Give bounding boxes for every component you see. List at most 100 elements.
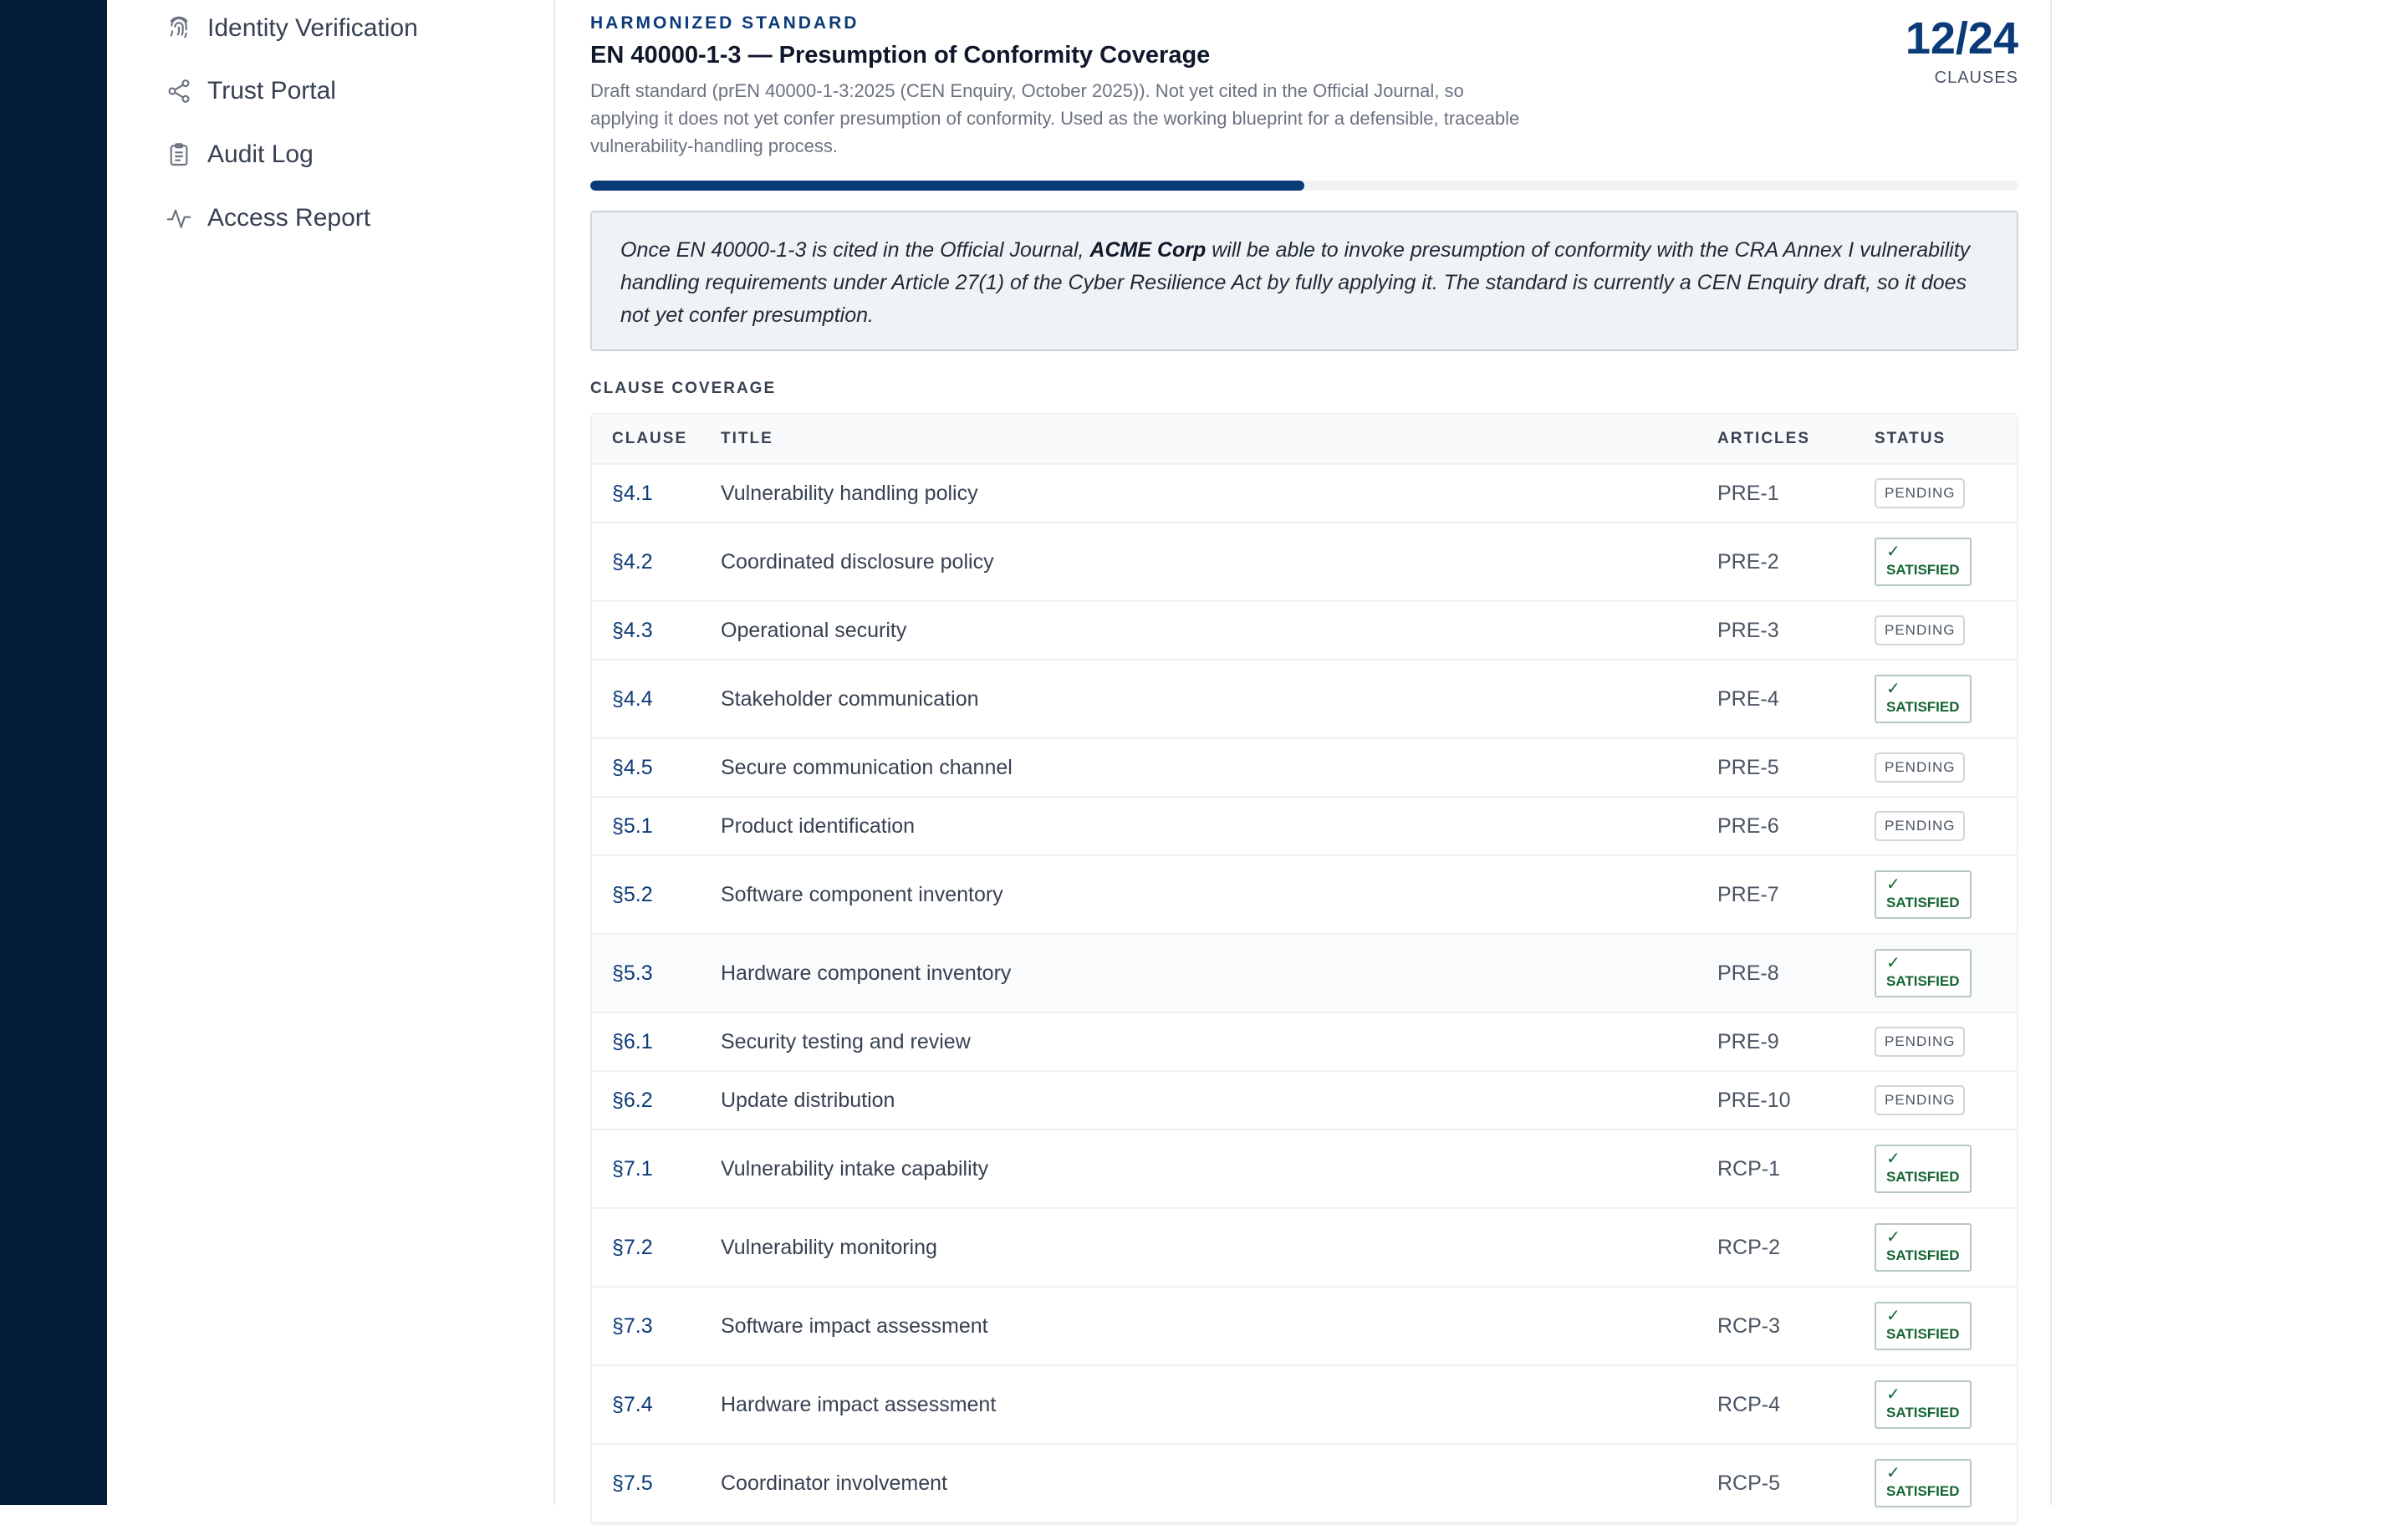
page-description: Draft standard (prEN 40000-1-3:2025 (CEN… — [590, 80, 1520, 156]
articles-cell: RCP-1 — [1717, 1156, 1781, 1181]
sidebar-item-label: Access Report — [207, 204, 371, 232]
clause-link[interactable]: §7.3 — [612, 1314, 653, 1338]
clause-cell: §6.2 — [592, 1089, 699, 1113]
clause-link[interactable]: §6.1 — [612, 1030, 653, 1053]
table-row[interactable]: §4.3 Operational security PRE-3 PENDING — [592, 602, 2017, 660]
clause-cell: §4.5 — [592, 756, 699, 780]
status-badge-satisfied: ✓ SATISFIED — [1875, 675, 1972, 723]
status-cell: ✓ SATISFIED — [1873, 870, 2017, 919]
table-header: CLAUSE TITLE ARTICLES STATUS — [592, 415, 2017, 465]
clause-link[interactable]: §4.3 — [612, 619, 653, 642]
articles-cell: RCP-4 — [1717, 1392, 1781, 1416]
main-panel: HARMONIZED STANDARD EN 40000-1-3 — Presu… — [555, 0, 2052, 1525]
sidebar-item-access-report[interactable]: Access Report — [166, 191, 370, 245]
column-header-clause: CLAUSE — [612, 430, 688, 447]
status-cell: PENDING — [1873, 752, 2017, 783]
table-row[interactable]: §7.1 Vulnerability intake capability RCP-1… — [592, 1130, 2017, 1209]
title-cell: Operational security — [721, 618, 907, 642]
status-text: SATISFIED — [1886, 895, 1960, 910]
coverage-progress-fill — [590, 181, 1304, 191]
status-badge-satisfied: ✓ SATISFIED — [1875, 538, 1972, 586]
status-badge-pending: PENDING — [1875, 811, 1966, 841]
app-rail — [0, 0, 107, 1505]
articles-cell: PRE-4 — [1717, 686, 1779, 711]
page-title: EN 40000-1-3 — Presumption of Conformity… — [590, 42, 1211, 69]
clause-link[interactable]: §5.2 — [612, 883, 653, 906]
status-badge-satisfied: ✓ SATISFIED — [1875, 1380, 1972, 1429]
checkmark-icon: ✓ — [1886, 1464, 1900, 1482]
fingerprint-icon — [170, 16, 188, 38]
activity-icon — [166, 209, 191, 228]
clause-count-label: CLAUSES — [1934, 69, 2018, 87]
clause-link[interactable]: §4.4 — [612, 687, 653, 711]
status-text: SATISFIED — [1886, 973, 1960, 989]
table-row[interactable]: §5.2 Software component inventory PRE-7 ✓ SA… — [592, 856, 2017, 935]
sidebar-item-audit-log[interactable]: Audit Log — [166, 128, 314, 181]
articles-cell: PRE-9 — [1717, 1029, 1779, 1053]
eyebrow-label: HARMONIZED STANDARD — [590, 13, 860, 33]
articles-cell: PRE-7 — [1717, 882, 1779, 906]
coverage-progress-bar — [590, 181, 2018, 191]
clause-link[interactable]: §7.5 — [612, 1471, 653, 1495]
checkmark-icon: ✓ — [1886, 1150, 1900, 1168]
sidebar: Identity Verification Trust Portal Audit… — [107, 0, 555, 1505]
articles-cell: PRE-10 — [1717, 1088, 1791, 1112]
clause-link[interactable]: §5.3 — [612, 961, 653, 985]
clause-cell: §4.1 — [592, 482, 699, 506]
status-cell: PENDING — [1873, 615, 2017, 645]
status-cell: ✓ SATISFIED — [1873, 1380, 2017, 1429]
table-row[interactable]: §7.4 Hardware impact assessment RCP-4 ✓ SATI… — [592, 1366, 2017, 1445]
title-cell: Vulnerability handling policy — [721, 481, 978, 505]
table-row[interactable]: §7.5 Coordinator involvement RCP-5 ✓ SATISFI… — [592, 1445, 2017, 1523]
clause-cell: §7.5 — [592, 1471, 699, 1496]
sidebar-item-trust-portal[interactable]: Trust Portal — [166, 64, 336, 118]
title-cell: Hardware impact assessment — [721, 1392, 997, 1416]
title-cell: Product identification — [721, 814, 916, 838]
sidebar-item-identity-verification[interactable]: Identity Verification — [166, 2, 418, 55]
clause-link[interactable]: §7.4 — [612, 1393, 653, 1416]
table-row[interactable]: §4.2 Coordinated disclosure policy PRE-2 ✓ S… — [592, 523, 2017, 602]
articles-cell: PRE-2 — [1717, 549, 1779, 574]
share-nodes-icon — [168, 79, 190, 103]
clause-link[interactable]: §6.2 — [612, 1089, 653, 1112]
clause-link[interactable]: §5.1 — [612, 814, 653, 838]
status-cell: PENDING — [1873, 1027, 2017, 1057]
title-cell: Update distribution — [721, 1088, 895, 1112]
table-row[interactable]: §4.4 Stakeholder communication PRE-4 ✓ SATIS… — [592, 660, 2017, 739]
clause-link[interactable]: §4.2 — [612, 550, 653, 574]
clipboard-icon — [170, 143, 188, 166]
table-row[interactable]: §6.1 Security testing and review PRE-9 PEND… — [592, 1013, 2017, 1072]
articles-cell: PRE-5 — [1717, 755, 1779, 779]
column-header-title: TITLE — [721, 430, 773, 447]
status-badge-satisfied: ✓ SATISFIED — [1875, 949, 1972, 997]
table-row[interactable]: §4.1 Vulnerability handling policy PRE-1 PE… — [592, 465, 2017, 523]
table-row[interactable]: §5.3 Hardware component inventory PRE-8 ✓ SA… — [592, 935, 2017, 1013]
table-row[interactable]: §6.2 Update distribution PRE-10 PENDING — [592, 1072, 2017, 1130]
clause-cell: §5.1 — [592, 814, 699, 839]
clause-link[interactable]: §4.1 — [612, 482, 653, 505]
clause-link[interactable]: §7.2 — [612, 1236, 653, 1259]
status-text: SATISFIED — [1886, 1405, 1960, 1420]
presumption-callout: Once EN 40000-1-3 is cited in the Offici… — [590, 211, 2018, 351]
table-body: §4.1 Vulnerability handling policy PRE-1 PE… — [592, 465, 2017, 1523]
status-text: SATISFIED — [1886, 1326, 1960, 1342]
status-badge-satisfied: ✓ SATISFIED — [1875, 1145, 1972, 1193]
clause-cell: §7.4 — [592, 1393, 699, 1417]
clause-cell: §5.3 — [592, 961, 699, 986]
table-row[interactable]: §7.2 Vulnerability monitoring RCP-2 ✓ SATISF… — [592, 1209, 2017, 1288]
status-badge-satisfied: ✓ SATISFIED — [1875, 1302, 1972, 1350]
clause-cell: §4.4 — [592, 687, 699, 711]
status-badge-pending: PENDING — [1875, 752, 1966, 783]
table-row[interactable]: §4.5 Secure communication channel PRE-5 PEN… — [592, 739, 2017, 798]
status-badge-pending: PENDING — [1875, 615, 1966, 645]
title-cell: Coordinated disclosure policy — [721, 549, 994, 574]
table-row[interactable]: §7.3 Software impact assessment RCP-3 ✓ SATI… — [592, 1288, 2017, 1366]
status-cell: ✓ SATISFIED — [1873, 1145, 2017, 1193]
column-header-articles: ARTICLES — [1717, 430, 1810, 447]
clause-cell: §6.1 — [592, 1030, 699, 1054]
clause-link[interactable]: §4.5 — [612, 756, 653, 779]
sidebar-item-label: Trust Portal — [207, 77, 336, 105]
clause-link[interactable]: §7.1 — [612, 1157, 653, 1181]
checkmark-icon: ✓ — [1886, 680, 1900, 698]
table-row[interactable]: §5.1 Product identification PRE-6 PENDING — [592, 798, 2017, 856]
